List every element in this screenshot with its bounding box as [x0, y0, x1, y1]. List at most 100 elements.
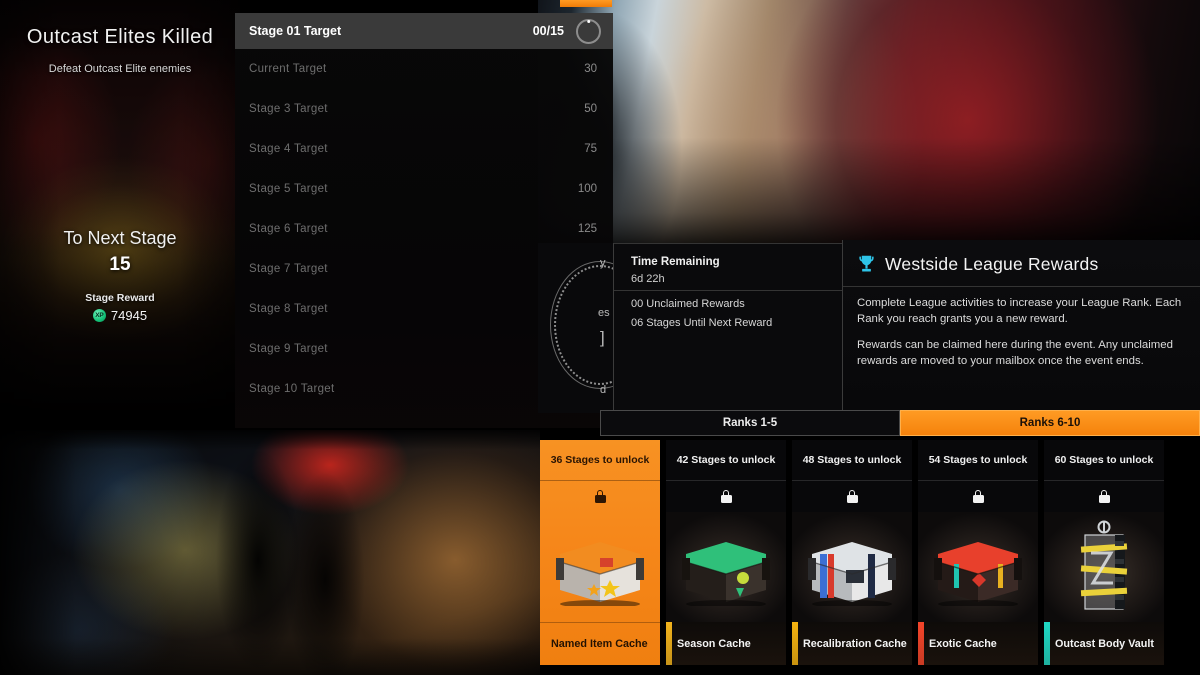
stage-row-name: Current Target	[249, 63, 327, 75]
stage-target-header[interactable]: Stage 01 Target 00/15	[235, 13, 613, 49]
reward-card-name: Exotic Cache	[929, 637, 997, 650]
stage-row-name: Stage 6 Target	[249, 223, 328, 235]
reward-card[interactable]: 54 Stages to unlock Exotic Cache	[918, 440, 1038, 665]
stage-row[interactable]: Stage 3 Target 50	[235, 89, 613, 129]
reward-cards-row: 36 Stages to unlock Named Item Cache 42 St…	[540, 440, 1200, 675]
rewards-title-row: Westside League Rewards	[857, 254, 1098, 275]
stage-row-value: 125	[577, 223, 597, 235]
stage-target-header-label: Stage 01 Target	[249, 24, 342, 38]
stage-reward-value: 74945	[110, 308, 148, 323]
unclaimed-rewards-text: 00 Unclaimed Rewards	[631, 298, 745, 310]
tab-ranks-1-5-label: Ranks 1-5	[722, 417, 778, 429]
reward-card-unlock-requirement: 54 Stages to unlock	[928, 454, 1028, 466]
lock-icon	[846, 490, 858, 503]
reward-card-accent-bar	[918, 622, 924, 665]
stage-row[interactable]: Stage 5 Target 100	[235, 169, 613, 209]
reward-card-accent-bar	[1044, 622, 1050, 665]
reward-card[interactable]: 36 Stages to unlock Named Item Cache	[540, 440, 660, 665]
stage-reward-row: XP 74945	[0, 308, 240, 323]
tab-ranks-6-10[interactable]: Ranks 6-10	[900, 410, 1200, 436]
reward-card-name-bar: Outcast Body Vault	[1044, 622, 1164, 665]
rank-tabs: Ranks 1-5 Ranks 6-10	[600, 410, 1200, 436]
reward-card-unlock-requirement: 42 Stages to unlock	[676, 454, 776, 466]
reward-card[interactable]: 60 Stages to unlock Outcast Body Vault	[1044, 440, 1164, 665]
reward-card-name-bar: Named Item Cache	[540, 622, 660, 665]
stage-target-header-right: 00/15	[532, 18, 601, 44]
game-screen: Outcast Elites Killed Defeat Outcast Eli…	[0, 0, 1200, 675]
rewards-panel-title: Westside League Rewards	[885, 254, 1099, 274]
gauge-text-fragment-top: y	[600, 257, 606, 269]
reward-card-lock-row	[918, 480, 1038, 512]
stage-row[interactable]: Current Target 30	[235, 49, 613, 89]
gauge-text-fragment-bottom: d	[600, 384, 607, 396]
reward-card-lock-row	[1044, 480, 1164, 512]
reward-card-name: Outcast Body Vault	[1055, 637, 1154, 650]
gauge-text-fragment-bracket: ]	[600, 328, 605, 347]
reward-card-lock-row	[792, 480, 912, 512]
tab-ranks-6-10-label: Ranks 6-10	[1019, 417, 1081, 429]
stages-until-next-reward-text: 06 Stages Until Next Reward	[631, 317, 773, 329]
reward-card-name-bar: Recalibration Cache	[792, 622, 912, 665]
info-panel-mid-rule	[614, 290, 842, 291]
gauge-text-fragment-mid: es	[598, 307, 610, 319]
stage-row-name: Stage 8 Target	[249, 303, 328, 315]
reward-card-artwork	[792, 512, 912, 622]
lock-icon	[720, 490, 732, 503]
lock-icon	[972, 490, 984, 503]
reward-card-name-bar: Exotic Cache	[918, 622, 1038, 665]
reward-card-name: Recalibration Cache	[803, 637, 907, 650]
stage-row-name: Stage 9 Target	[249, 343, 328, 355]
stage-reward-label: Stage Reward	[85, 292, 155, 304]
stage-target-count: 00/15	[532, 24, 564, 38]
reward-card-name: Season Cache	[677, 637, 751, 650]
stage-row-name: Stage 10 Target	[249, 383, 335, 395]
objective-title: Outcast Elites Killed	[26, 26, 214, 48]
league-progress-gauge-panel: y es ] d	[538, 243, 613, 413]
stage-row-value: 30	[584, 63, 597, 75]
stage-row-value: 75	[584, 143, 597, 155]
xp-badge-icon: XP	[92, 309, 106, 322]
reward-card-unlock-requirement: 48 Stages to unlock	[802, 454, 902, 466]
top-accent-bar	[560, 0, 612, 7]
reward-card-lock-row	[666, 480, 786, 512]
reward-card[interactable]: 48 Stages to unlock Recalibration Cache	[792, 440, 912, 665]
objective-panel: Outcast Elites Killed Defeat Outcast Eli…	[0, 0, 240, 420]
tab-ranks-1-5[interactable]: Ranks 1-5	[600, 410, 900, 436]
progress-ring-icon	[576, 18, 601, 44]
stage-row-name: Stage 7 Target	[249, 263, 328, 275]
info-panel-top-rule	[614, 243, 842, 244]
reward-card-name-bar: Season Cache	[666, 622, 786, 665]
rewards-description-paragraph-1: Complete League activities to increase y…	[857, 297, 1182, 325]
cinematic-background-art	[0, 430, 540, 675]
westside-league-rewards-panel: Westside League Rewards Complete League …	[842, 240, 1200, 413]
reward-card-artwork	[1044, 512, 1164, 622]
rewards-panel-divider	[843, 286, 1200, 287]
reward-card[interactable]: 42 Stages to unlock Season Cache	[666, 440, 786, 665]
stage-row[interactable]: Stage 4 Target 75	[235, 129, 613, 169]
stage-row-name: Stage 4 Target	[249, 143, 328, 155]
hero-background-art	[538, 0, 1200, 250]
to-next-stage-label: To Next Stage	[63, 228, 177, 248]
stage-row-name: Stage 5 Target	[249, 183, 328, 195]
trophy-icon	[859, 255, 874, 272]
stage-row-name: Stage 3 Target	[249, 103, 328, 115]
objective-subtitle: Defeat Outcast Elite enemies	[48, 63, 192, 75]
lock-icon	[1098, 490, 1110, 503]
reward-card-unlock-requirement: 36 Stages to unlock	[550, 454, 650, 466]
stage-row-value: 100	[577, 183, 597, 195]
reward-card-artwork	[540, 512, 660, 622]
reward-card-artwork	[666, 512, 786, 622]
reward-card-lock-row	[540, 480, 660, 512]
to-next-stage-block: To Next Stage 15 Stage Reward XP 74945	[0, 228, 240, 323]
stage-row-value: 50	[584, 103, 597, 115]
reward-card-unlock-requirement: 60 Stages to unlock	[1054, 454, 1154, 466]
event-info-panel: Time Remaining 6d 22h 00 Unclaimed Rewar…	[613, 243, 842, 413]
reward-card-name: Named Item Cache	[551, 638, 648, 650]
reward-card-artwork	[918, 512, 1038, 622]
time-remaining-value: 6d 22h	[631, 273, 665, 285]
rewards-description-paragraph-2: Rewards can be claimed here during the e…	[857, 339, 1173, 367]
lock-icon	[594, 490, 606, 503]
reward-card-accent-bar	[792, 622, 798, 665]
time-remaining-label: Time Remaining	[631, 256, 720, 268]
to-next-stage-value: 15	[109, 254, 131, 275]
